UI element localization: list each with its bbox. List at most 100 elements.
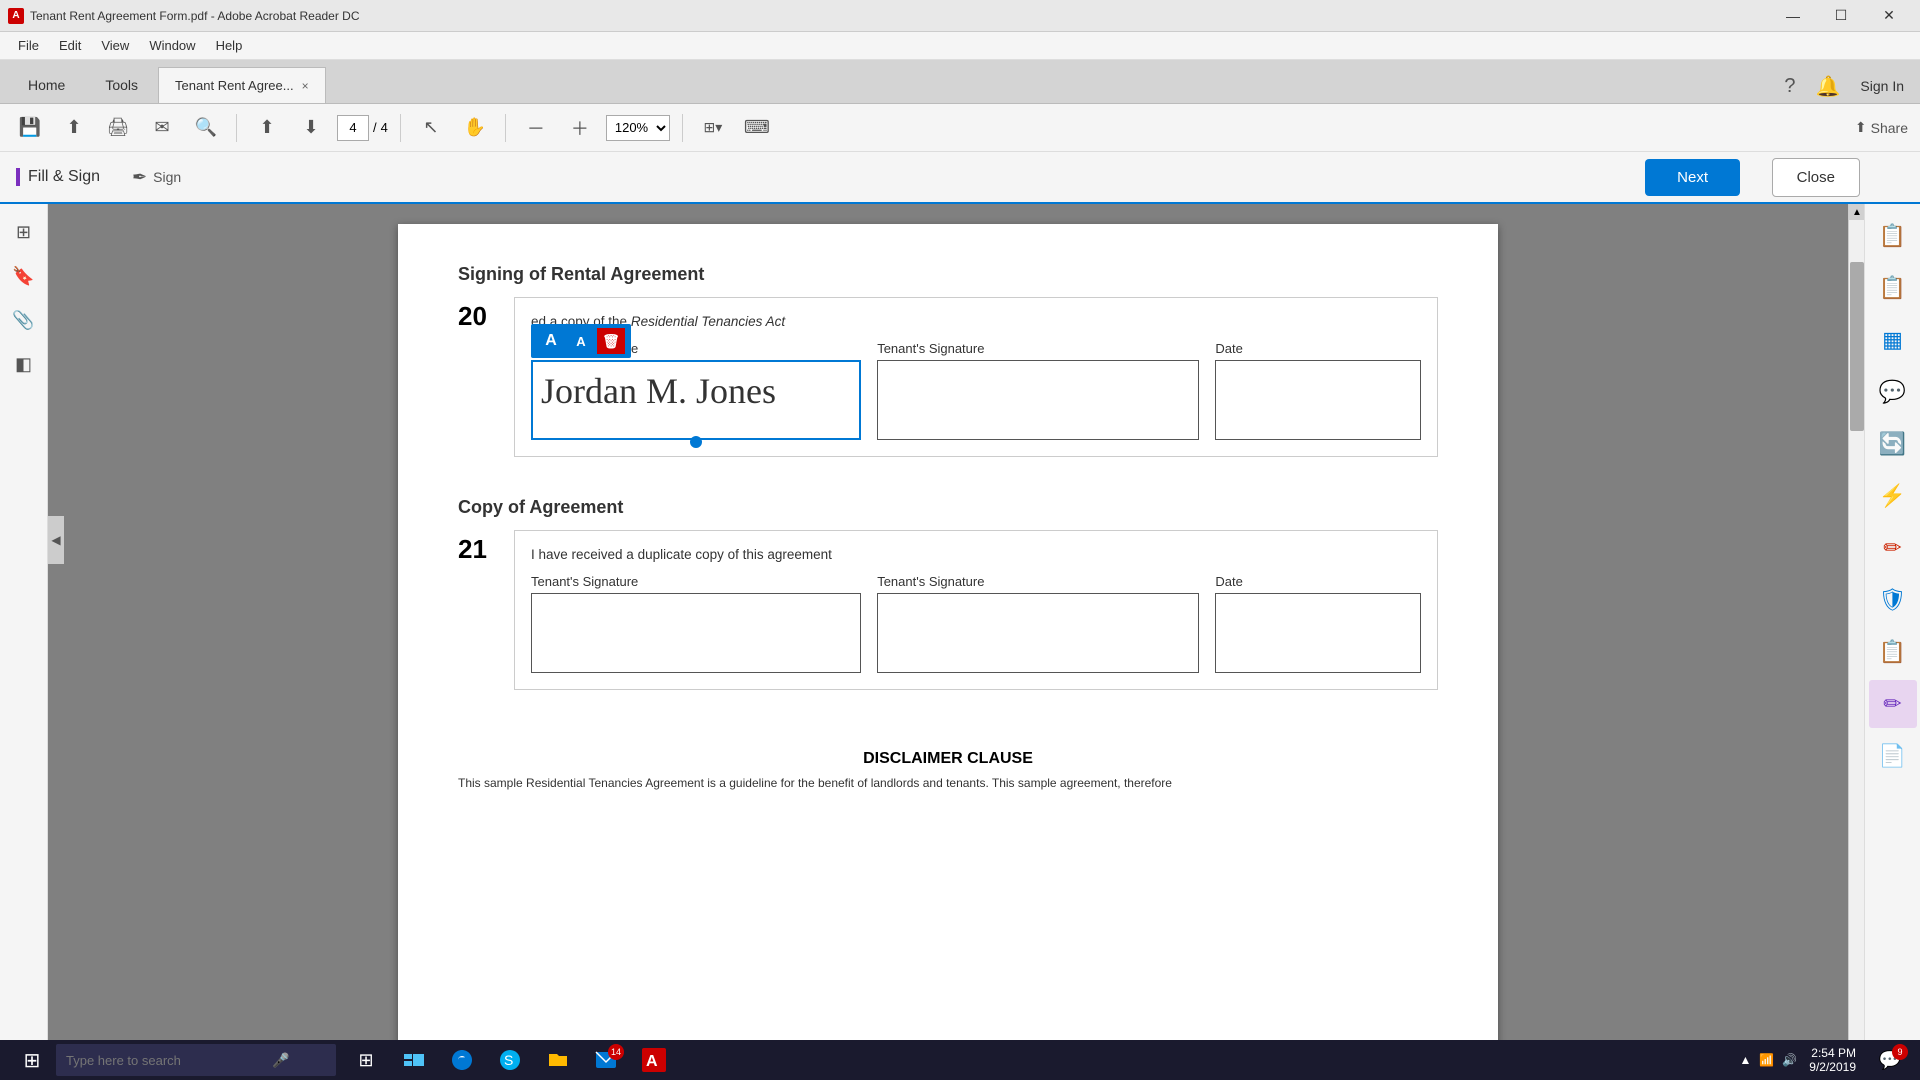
- share-button[interactable]: ⬆ Share: [1855, 119, 1908, 136]
- scroll-up-button[interactable]: ▲: [1849, 204, 1865, 220]
- sidebar-layers-icon[interactable]: ◧: [8, 348, 40, 380]
- section20-sig1-box[interactable]: Jordan M. Jones: [531, 360, 861, 440]
- notification-button[interactable]: 💬 9: [1868, 1040, 1912, 1080]
- next-button[interactable]: Next: [1645, 159, 1740, 196]
- tab-close[interactable]: ×: [302, 79, 309, 93]
- disclaimer-text: This sample Residential Tenancies Agreem…: [458, 776, 1438, 790]
- sign-in-button[interactable]: Sign In: [1860, 78, 1904, 94]
- section21-sig1-box[interactable]: [531, 593, 861, 673]
- print-button[interactable]: 🖨: [100, 110, 136, 146]
- section20-sig1-value: Jordan M. Jones: [533, 362, 859, 420]
- section21-date-box[interactable]: [1215, 593, 1421, 673]
- edit-icon: ✏: [1883, 535, 1901, 561]
- section20-sig2-box[interactable]: [877, 360, 1199, 440]
- menu-file[interactable]: File: [8, 34, 49, 57]
- organize-icon: ▦: [1882, 327, 1903, 353]
- section20-number: 20: [458, 297, 494, 332]
- zoom-in-button[interactable]: ＋: [562, 110, 598, 146]
- hand-tool[interactable]: ✋: [457, 110, 493, 146]
- search-button[interactable]: 🔍: [188, 110, 224, 146]
- tab-tools[interactable]: Tools: [85, 67, 158, 103]
- taskbar-app-cards[interactable]: [392, 1040, 436, 1080]
- section20-sig1-wrapper: A A 🗑 Jordan M. Jones: [531, 360, 861, 440]
- right-tool-fillsign2[interactable]: ✏: [1869, 680, 1917, 728]
- microphone-icon[interactable]: 🎤: [272, 1052, 289, 1069]
- right-tool-fill-sign[interactable]: 📋: [1869, 212, 1917, 260]
- scroll-bar: ▲ ▼: [1848, 204, 1864, 1080]
- sidebar-pages-icon[interactable]: ⊞: [8, 216, 40, 248]
- sidebar-bookmarks-icon[interactable]: 🔖: [8, 260, 40, 292]
- page-up-button[interactable]: ⬆: [249, 110, 285, 146]
- taskbar-app-edge[interactable]: [440, 1040, 484, 1080]
- start-button[interactable]: ⊞: [8, 1040, 56, 1080]
- pdf-page: Signing of Rental Agreement 20 ed a copy…: [398, 224, 1498, 1060]
- upload-button[interactable]: ⬆: [56, 110, 92, 146]
- sign-button-area[interactable]: ✒ Sign: [132, 167, 181, 188]
- section20-date-box[interactable]: [1215, 360, 1421, 440]
- right-tool-convert[interactable]: 🔄: [1869, 420, 1917, 468]
- taskbar-app-skype[interactable]: S: [488, 1040, 532, 1080]
- snap-button[interactable]: ⊞▾: [695, 110, 731, 146]
- taskbar-app-acrobat[interactable]: A: [632, 1040, 676, 1080]
- review-icon: 📋: [1879, 639, 1906, 665]
- sidebar-attachments-icon[interactable]: 📎: [8, 304, 40, 336]
- restore-button[interactable]: ☐: [1818, 0, 1864, 32]
- close-button[interactable]: ✕: [1866, 0, 1912, 32]
- share-area: ⬆ Share: [1855, 119, 1908, 136]
- right-tool-protect[interactable]: 🛡: [1869, 576, 1917, 624]
- menu-window[interactable]: Window: [139, 34, 205, 57]
- page-down-button[interactable]: ⬇: [293, 110, 329, 146]
- scroll-track[interactable]: [1849, 220, 1864, 1064]
- mail-badge: 14: [608, 1044, 624, 1060]
- close-fill-sign-button[interactable]: Close: [1772, 158, 1860, 197]
- scroll-thumb[interactable]: [1850, 262, 1864, 431]
- search-input[interactable]: [66, 1053, 266, 1068]
- convert-icon: 🔄: [1879, 431, 1906, 457]
- time-date[interactable]: 2:54 PM 9/2/2019: [1809, 1046, 1856, 1074]
- left-sidebar: ⊞ 🔖 📎 ◧: [0, 204, 48, 1080]
- search-box[interactable]: 🎤: [56, 1044, 336, 1076]
- right-tool-export[interactable]: 📋: [1869, 264, 1917, 312]
- section20-text-italic: Residential Tenancies Act: [631, 314, 785, 329]
- section21-container: 21 I have received a duplicate copy of t…: [458, 530, 1438, 710]
- taskbar-taskview[interactable]: ⊞: [344, 1040, 388, 1080]
- app-icon: A: [8, 8, 24, 24]
- section20-sig1-col: Tenant's Signature A A 🗑 Jordan M. Jones: [531, 341, 869, 440]
- bell-icon[interactable]: 🔔: [1816, 74, 1841, 99]
- section20-date-col: Date: [1207, 341, 1421, 440]
- right-tool-comment[interactable]: 💬: [1869, 368, 1917, 416]
- minimize-button[interactable]: —: [1770, 0, 1816, 32]
- taskbar-app-mail[interactable]: 14: [584, 1040, 628, 1080]
- sign-label: Sign: [153, 169, 181, 185]
- tray-up-icon[interactable]: ▲: [1739, 1053, 1751, 1067]
- font-small-button[interactable]: A: [567, 328, 595, 354]
- right-tool-edit[interactable]: ✏: [1869, 524, 1917, 572]
- right-tool-review[interactable]: 📋: [1869, 628, 1917, 676]
- section21-sig2-box[interactable]: [877, 593, 1199, 673]
- help-icon[interactable]: ?: [1784, 75, 1795, 98]
- section21-sig2-col: Tenant's Signature: [869, 574, 1207, 673]
- tab-home[interactable]: Home: [8, 67, 85, 103]
- tab-document[interactable]: Tenant Rent Agree... ×: [158, 67, 326, 103]
- menu-edit[interactable]: Edit: [49, 34, 91, 57]
- zoom-select[interactable]: 120%: [606, 115, 670, 141]
- select-tool[interactable]: ↖: [413, 110, 449, 146]
- collapse-panel-button[interactable]: ◀: [48, 516, 64, 564]
- taskbar-app-files[interactable]: [536, 1040, 580, 1080]
- font-large-button[interactable]: A: [537, 328, 565, 354]
- zoom-out-button[interactable]: －: [518, 110, 554, 146]
- volume-icon[interactable]: 🔊: [1782, 1053, 1797, 1067]
- page-input[interactable]: 4: [337, 115, 369, 141]
- email-button[interactable]: ✉: [144, 110, 180, 146]
- right-tool-enhance[interactable]: ⚡: [1869, 472, 1917, 520]
- network-icon[interactable]: 📶: [1759, 1053, 1774, 1067]
- title-bar: A Tenant Rent Agreement Form.pdf - Adobe…: [0, 0, 1920, 32]
- right-tool-doc[interactable]: 📄: [1869, 732, 1917, 780]
- save-button[interactable]: 💾: [12, 110, 48, 146]
- resize-handle[interactable]: [690, 436, 702, 448]
- right-tool-organize[interactable]: ▦: [1869, 316, 1917, 364]
- menu-view[interactable]: View: [91, 34, 139, 57]
- menu-help[interactable]: Help: [206, 34, 253, 57]
- delete-button[interactable]: 🗑: [597, 328, 625, 354]
- keyboard-button[interactable]: ⌨: [739, 110, 775, 146]
